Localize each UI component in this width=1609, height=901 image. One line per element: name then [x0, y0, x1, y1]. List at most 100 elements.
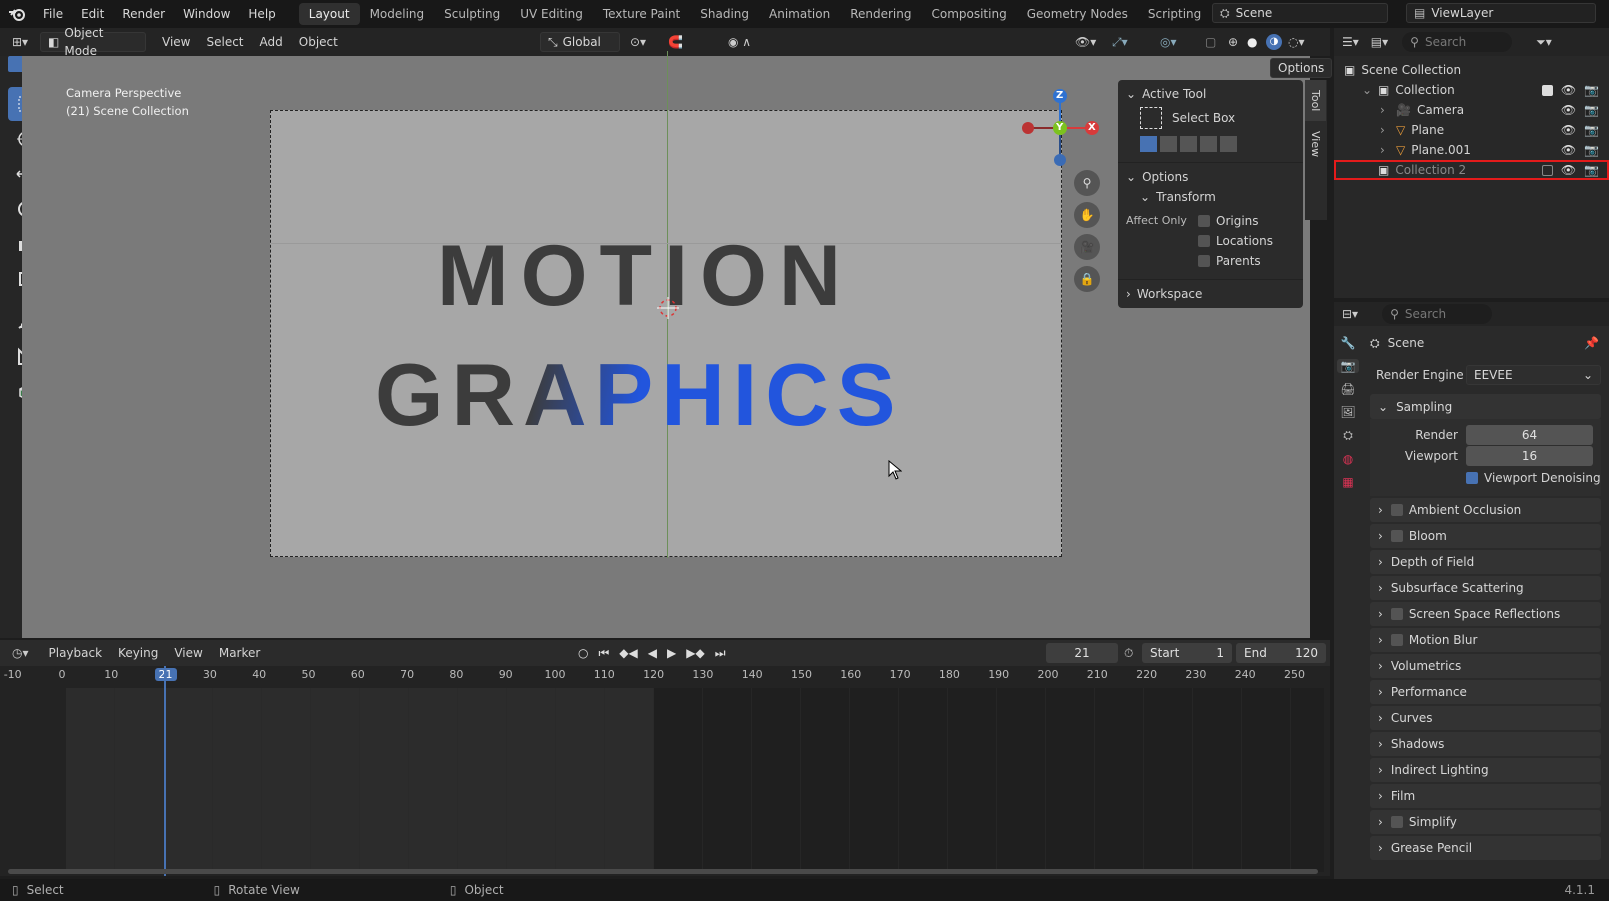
- workspace-tab-sculpting[interactable]: Sculpting: [434, 3, 510, 25]
- outliner-row[interactable]: ▣ Collection 2 👁 📷: [1334, 160, 1609, 180]
- section-film[interactable]: › Film: [1370, 784, 1601, 808]
- outliner-row[interactable]: › ▽ Plane 👁 📷: [1334, 120, 1609, 140]
- motion-text[interactable]: MOTION: [437, 231, 853, 321]
- zoom-icon[interactable]: ⚲: [1074, 170, 1100, 196]
- play-reverse-icon[interactable]: ◀: [648, 646, 657, 661]
- active-tool-header[interactable]: ⌄ Active Tool: [1126, 84, 1295, 104]
- section-motion-blur[interactable]: › Motion Blur: [1370, 628, 1601, 652]
- next-keyframe-icon[interactable]: ▶◆: [686, 646, 704, 661]
- outliner-row[interactable]: › 🎥 Camera 👁 📷: [1334, 100, 1609, 120]
- sampling-header[interactable]: ⌄ Sampling: [1370, 394, 1601, 419]
- viewport-menu-view[interactable]: View: [154, 35, 198, 49]
- timeline-editor-icon[interactable]: ◷▾: [0, 646, 41, 660]
- current-frame-field[interactable]: 21: [1046, 643, 1118, 663]
- shading-wireframe-icon[interactable]: ⊕: [1228, 35, 1238, 49]
- auto-key-icon[interactable]: ○: [578, 646, 588, 661]
- viewport-menu-add[interactable]: Add: [252, 35, 291, 49]
- jump-start-icon[interactable]: ⏮: [598, 646, 609, 661]
- properties-editor-icon[interactable]: ⊟▾: [1342, 307, 1358, 321]
- mode-selector[interactable]: ◧ Object Mode: [40, 26, 146, 58]
- eye-icon[interactable]: 👁: [1561, 163, 1576, 177]
- section-performance[interactable]: › Performance: [1370, 680, 1601, 704]
- outliner-editor-icon[interactable]: ☰▾: [1342, 35, 1359, 49]
- outliner-search[interactable]: ⚲ Search: [1402, 32, 1513, 52]
- eye-icon[interactable]: 👁: [1561, 123, 1576, 137]
- lock-icon[interactable]: 🔒: [1074, 266, 1100, 292]
- section-grease-pencil[interactable]: › Grease Pencil: [1370, 836, 1601, 860]
- blender-logo-icon[interactable]: [0, 6, 34, 22]
- graphics-text-wrapper[interactable]: GRAPHICS: [375, 349, 904, 441]
- visibility-icon[interactable]: 👁▾: [1075, 35, 1096, 49]
- outliner-row[interactable]: ⌄ ▣ Collection 👁 📷: [1334, 80, 1609, 100]
- mode-extend-icon[interactable]: [1160, 136, 1177, 152]
- menu-help[interactable]: Help: [239, 7, 284, 21]
- tool-tab-icon[interactable]: 🔧: [1341, 336, 1356, 350]
- outliner-row[interactable]: › ▽ Plane.001 👁 📷: [1334, 140, 1609, 160]
- timeline-menu-marker[interactable]: Marker: [211, 646, 268, 660]
- timeline-menu-playback[interactable]: Playback: [41, 646, 111, 660]
- play-icon[interactable]: ▶: [667, 646, 676, 661]
- proportional-edit-icon[interactable]: ◉ ∧: [728, 35, 751, 49]
- workspace-tab-animation[interactable]: Animation: [759, 3, 840, 25]
- section-checkbox[interactable]: [1390, 530, 1403, 542]
- navigation-gizmo[interactable]: Z X Y: [1020, 88, 1100, 168]
- tab-view[interactable]: View: [1305, 121, 1326, 167]
- menu-window[interactable]: Window: [174, 7, 239, 21]
- orientation-selector[interactable]: ⤡ Global: [540, 32, 620, 52]
- render-samples-field[interactable]: 64: [1466, 425, 1593, 445]
- workspace-tab-shading[interactable]: Shading: [690, 3, 759, 25]
- camera-view-icon[interactable]: 🎥: [1074, 234, 1100, 260]
- pivot-icon[interactable]: ⊙▾: [630, 35, 646, 49]
- render-camera-icon[interactable]: 📷: [1584, 103, 1599, 117]
- transform-header[interactable]: ⌄ Transform: [1126, 187, 1295, 207]
- pan-hand-icon[interactable]: ✋: [1074, 202, 1100, 228]
- chevron-right-icon[interactable]: ›: [1380, 143, 1390, 157]
- tab-tool[interactable]: Tool: [1305, 80, 1326, 122]
- viewport-menu-select[interactable]: Select: [198, 35, 251, 49]
- properties-search[interactable]: ⚲ Search: [1382, 304, 1493, 324]
- section-checkbox[interactable]: [1390, 816, 1403, 828]
- mode-intersect-icon[interactable]: [1220, 136, 1237, 152]
- eye-icon[interactable]: 👁: [1561, 83, 1576, 97]
- pin-icon[interactable]: 📌: [1584, 336, 1599, 350]
- mode-set-icon[interactable]: [1140, 136, 1157, 152]
- menu-edit[interactable]: Edit: [72, 7, 113, 21]
- section-subsurface-scattering[interactable]: › Subsurface Scattering: [1370, 576, 1601, 600]
- mode-difference-icon[interactable]: [1200, 136, 1217, 152]
- eye-icon[interactable]: 👁: [1561, 103, 1576, 117]
- viewport-options-button[interactable]: Options ▾: [1270, 58, 1333, 93]
- editor-type-icon[interactable]: ⊞▾: [0, 35, 40, 49]
- prev-keyframe-icon[interactable]: ◆◀: [619, 646, 637, 661]
- timeline-area[interactable]: -100102130405060708090100110120130140150…: [0, 666, 1330, 876]
- section-volumetrics[interactable]: › Volumetrics: [1370, 654, 1601, 678]
- section-curves[interactable]: › Curves: [1370, 706, 1601, 730]
- affect-checkbox[interactable]: [1198, 255, 1210, 267]
- viewport-menu-object[interactable]: Object: [291, 35, 346, 49]
- overlay-icon[interactable]: ◎▾: [1160, 35, 1177, 49]
- render-engine-select[interactable]: EEVEE ⌄: [1466, 365, 1601, 385]
- view-layer-tab-icon[interactable]: 🖼: [1340, 405, 1355, 419]
- scene-tab-icon[interactable]: ⛭: [1343, 428, 1353, 443]
- section-ambient-occlusion[interactable]: › Ambient Occlusion: [1370, 498, 1601, 522]
- viewport-denoising-checkbox[interactable]: [1466, 472, 1478, 484]
- render-tab-icon[interactable]: 📷: [1336, 359, 1360, 373]
- section-shadows[interactable]: › Shadows: [1370, 732, 1601, 756]
- section-checkbox[interactable]: [1390, 608, 1403, 620]
- outliner-root[interactable]: ▣ Scene Collection: [1334, 60, 1609, 80]
- snap-icon[interactable]: 🧲: [668, 35, 683, 49]
- workspace-header[interactable]: › Workspace: [1126, 284, 1295, 304]
- shading-solid-icon[interactable]: ●: [1247, 35, 1257, 49]
- gizmo-toggle-icon[interactable]: ⤢▾: [1112, 35, 1128, 50]
- affect-checkbox[interactable]: [1198, 235, 1210, 247]
- options-header[interactable]: ⌄ Options: [1126, 167, 1295, 187]
- workspace-tab-modeling[interactable]: Modeling: [360, 3, 435, 25]
- timeline-scrollbar[interactable]: [8, 869, 1318, 874]
- section-checkbox[interactable]: [1390, 504, 1403, 516]
- affect-checkbox[interactable]: [1198, 215, 1210, 227]
- render-camera-icon[interactable]: 📷: [1584, 83, 1599, 97]
- affect-locations[interactable]: Locations: [1198, 231, 1273, 251]
- chevron-right-icon[interactable]: ›: [1380, 103, 1390, 117]
- viewport-samples-field[interactable]: 16: [1466, 446, 1593, 466]
- workspace-tab-compositing[interactable]: Compositing: [921, 3, 1016, 25]
- jump-end-icon[interactable]: ⏭: [715, 646, 726, 661]
